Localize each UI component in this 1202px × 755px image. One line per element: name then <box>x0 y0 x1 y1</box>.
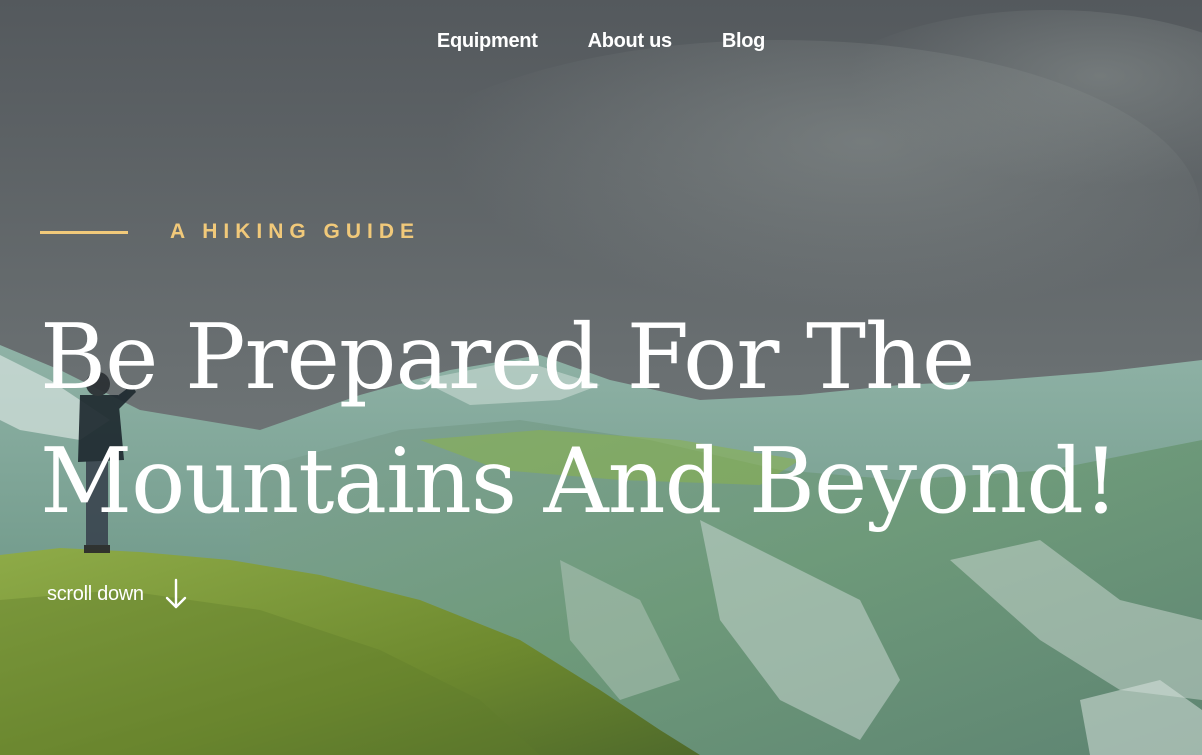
arrow-down-icon <box>165 578 186 609</box>
eyebrow-label: A HIKING GUIDE <box>170 220 421 243</box>
top-navigation: Equipment About us Blog <box>0 30 1202 53</box>
eyebrow-divider-line <box>40 230 128 234</box>
nav-link-blog[interactable]: Blog <box>722 30 766 53</box>
hero-headline-line-1: Be Prepared For The <box>40 305 975 410</box>
hero-headline-line-2: Mountains And Beyond! <box>40 429 1119 534</box>
scroll-down-link[interactable]: scroll down <box>47 578 188 610</box>
nav-link-equipment[interactable]: Equipment <box>437 30 538 53</box>
scroll-down-label: scroll down <box>47 582 144 605</box>
hero-headline: Be Prepared For The Mountains And Beyond… <box>40 296 1190 544</box>
nav-link-about-us[interactable]: About us <box>588 30 673 53</box>
hero-section: Equipment About us Blog A HIKING GUIDE B… <box>0 0 1202 755</box>
eyebrow: A HIKING GUIDE <box>40 220 420 244</box>
